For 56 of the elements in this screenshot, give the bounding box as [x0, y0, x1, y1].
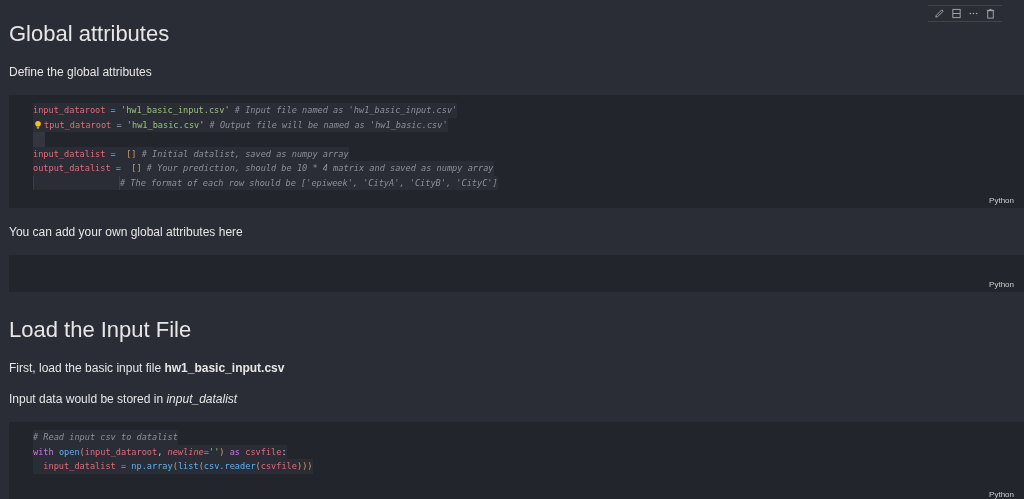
- markdown-text: First, load the basic input file hw1_basic_input.csv: [9, 361, 286, 375]
- code-token: open: [57, 445, 80, 459]
- code-token: tput_dataroot: [44, 118, 112, 132]
- code-token: 'hw1_basic.csv': [126, 118, 205, 132]
- code-token: =: [109, 147, 117, 161]
- trash-icon[interactable]: [985, 8, 996, 19]
- code-token: newline: [167, 445, 204, 459]
- code-token: csvfile: [244, 445, 282, 459]
- code-token: 'hw1_basic_input.csv': [120, 104, 230, 117]
- code-token: =: [109, 104, 117, 117]
- pencil-icon[interactable]: [934, 8, 945, 19]
- code-token: []: [131, 162, 142, 175]
- code-token: =: [114, 162, 122, 175]
- code-token: input_dataroot: [33, 104, 106, 117]
- code-token: :: [281, 445, 287, 459]
- code-token: # The format of each row should be ['epiweek', 'CityA', 'CityB', 'CityC']: [120, 176, 498, 190]
- markdown-text: You can add your own global attributes here: [9, 225, 244, 239]
- code-token: (: [79, 445, 85, 459]
- code-token: output_datalist: [33, 162, 111, 175]
- code-token: # Read input csv to datalist: [33, 431, 178, 444]
- code-token: input_dataroot: [84, 445, 158, 459]
- code-token: '': [208, 445, 220, 459]
- markdown-text: Input data would be stored in input_datalist: [9, 392, 239, 406]
- code-token: input_datalist: [42, 460, 116, 473]
- code-token: # Initial datalist, saved as numpy array: [140, 147, 349, 161]
- code-token: np.array: [131, 460, 173, 473]
- code-token: csv.reader: [203, 460, 256, 473]
- code-token: (: [198, 460, 204, 473]
- language-label[interactable]: Python: [989, 196, 1014, 205]
- code-cell[interactable]: [9, 95, 1024, 208]
- code-token: list: [177, 460, 199, 473]
- lightbulb-icon[interactable]: [34, 119, 42, 130]
- code-token: ,: [157, 445, 164, 459]
- code-cell[interactable]: # Read input csv to datalist with open(input_dataroot, newline='') as csvfile: input_datalist = np.array(list(csv.reader(csvfile))) Python: [9, 422, 1024, 499]
- markdown-text: Define the global attributes: [9, 65, 153, 79]
- language-label[interactable]: Python: [989, 280, 1014, 289]
- code-token: []: [126, 147, 137, 161]
- code-token: as: [228, 445, 241, 459]
- code-token: csvfile: [260, 460, 297, 473]
- code-token: # Output file will be named as 'hw1_basic.csv': [208, 118, 448, 132]
- section-heading: Global attributes: [9, 20, 171, 48]
- code-token: =: [119, 460, 128, 473]
- code-token: # Input file named as 'hw1_basic_input.csv': [233, 104, 458, 117]
- code-token: (: [255, 460, 261, 473]
- code-cell[interactable]: Python: [9, 255, 1024, 292]
- code-token: ): [219, 445, 225, 459]
- split-cell-icon[interactable]: [951, 8, 962, 19]
- code-token: input_datalist: [33, 147, 106, 161]
- code-token: # Your prediction, should be 10 * 4 matrix and saved as numpy array: [145, 162, 494, 175]
- code-token: (: [172, 460, 178, 473]
- section-heading: Load the Input File: [9, 316, 193, 344]
- code-token: ))): [296, 460, 313, 473]
- code-token: =: [203, 445, 209, 459]
- code-token: with: [33, 445, 54, 459]
- code-token: =: [115, 118, 123, 132]
- language-label[interactable]: Python: [989, 490, 1014, 499]
